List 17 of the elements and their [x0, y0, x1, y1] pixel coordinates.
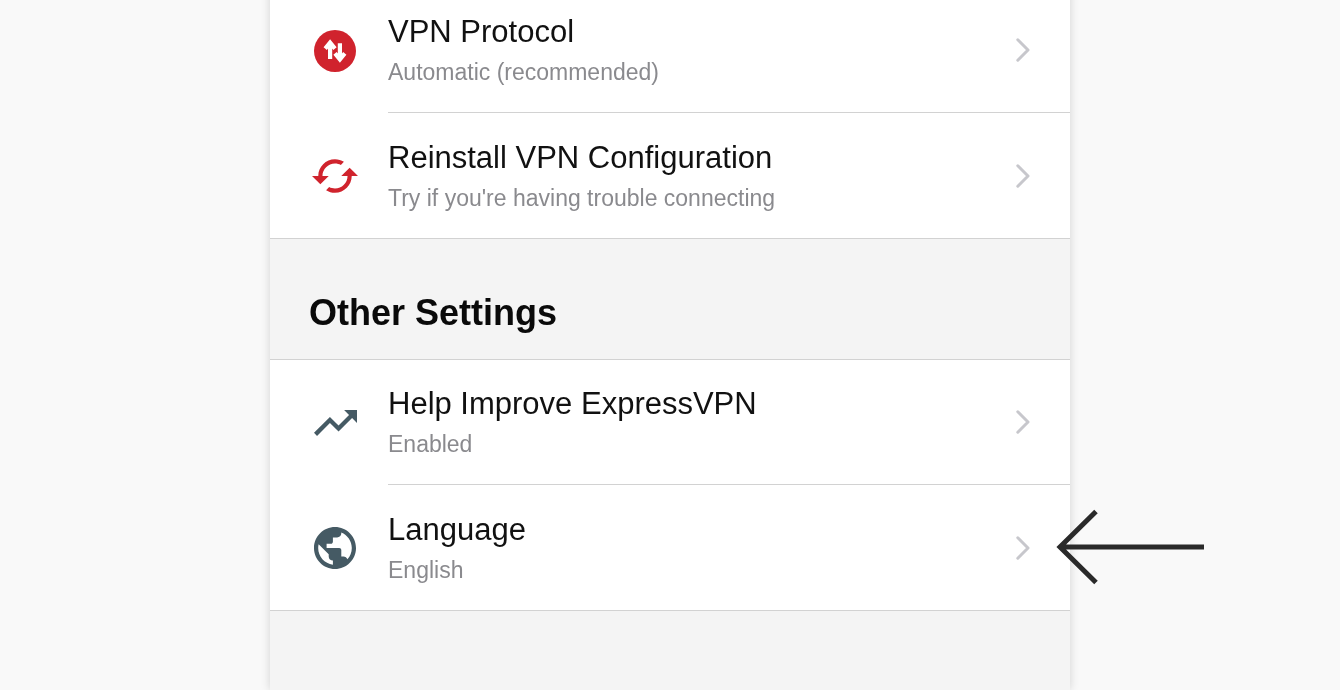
- row-subtitle: Automatic (recommended): [388, 58, 659, 87]
- row-title: Language: [388, 510, 526, 549]
- chevron-icon: [1016, 410, 1030, 434]
- row-title: VPN Protocol: [388, 13, 575, 51]
- chevron-icon: [1016, 535, 1030, 560]
- sync-arrows-icon: [312, 158, 358, 193]
- trending-up-icon: [313, 409, 357, 436]
- row-subtitle: Enabled: [388, 430, 473, 459]
- row-subtitle: Try if you're having trouble connecting: [388, 183, 776, 213]
- section-header: Other Settings: [309, 292, 558, 334]
- globe-icon: [314, 526, 356, 569]
- row-subtitle: English: [388, 555, 464, 585]
- row-title: Reinstall VPN Configuration: [388, 138, 773, 177]
- chevron-icon: [1016, 163, 1030, 188]
- up-down-arrows-icon: [314, 29, 356, 72]
- row-title: Help Improve ExpressVPN: [388, 385, 757, 423]
- chevron-icon: [1016, 38, 1030, 62]
